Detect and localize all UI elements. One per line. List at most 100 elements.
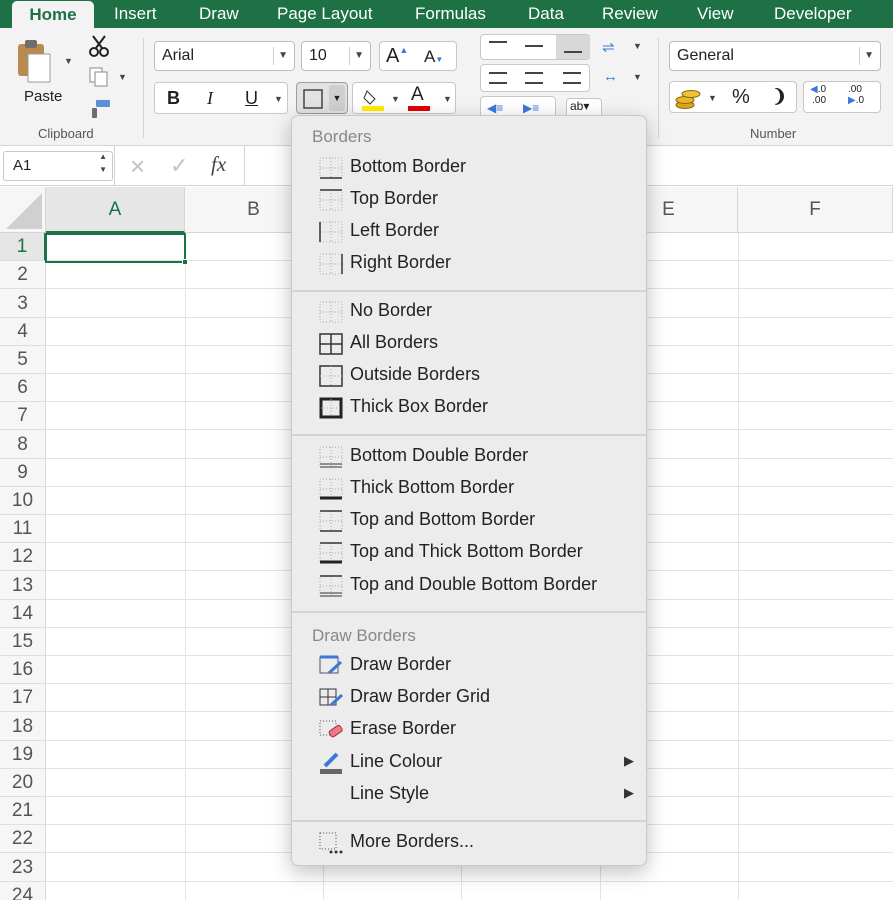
row-header-14[interactable]: 14 — [0, 600, 46, 628]
tab-insert[interactable]: Insert — [114, 0, 157, 28]
row-header-22[interactable]: 22 — [0, 825, 46, 853]
row-header-3[interactable]: 3 — [0, 289, 46, 318]
row-header-11[interactable]: 11 — [0, 515, 46, 543]
row-header-17[interactable]: 17 — [0, 684, 46, 712]
comma-style-button[interactable]: ❩ — [772, 86, 787, 107]
copy-dropdown-icon[interactable]: ▼ — [118, 72, 127, 82]
align-bottom-icon[interactable] — [556, 35, 590, 59]
menu-item-top-and-double-bottom-border[interactable]: Top and Double Bottom Border — [292, 570, 646, 602]
row-header-15[interactable]: 15 — [0, 628, 46, 656]
tab-data[interactable]: Data — [528, 0, 564, 28]
row-header-20[interactable]: 20 — [0, 769, 46, 797]
fill-handle[interactable] — [182, 259, 188, 265]
italic-button[interactable]: I — [207, 88, 213, 109]
fill-color-dropdown-icon[interactable]: ▼ — [391, 94, 400, 104]
row-header-1[interactable]: 1 — [0, 233, 46, 261]
menu-item-all-borders[interactable]: All Borders — [292, 328, 646, 360]
menu-item-left-border[interactable]: Left Border — [292, 216, 646, 248]
percent-button[interactable]: % — [732, 86, 750, 109]
menu-item-top-and-thick-bottom-border[interactable]: Top and Thick Bottom Border — [292, 537, 646, 569]
font-size-select[interactable]: 10 ▼ — [301, 41, 371, 71]
paste-icon[interactable] — [14, 38, 56, 86]
row-header-7[interactable]: 7 — [0, 402, 46, 430]
cancel-icon[interactable]: × — [130, 151, 145, 182]
underline-button[interactable]: U — [245, 88, 258, 109]
row-header-10[interactable]: 10 — [0, 487, 46, 515]
decrease-indent-icon[interactable]: ◀≡ — [487, 101, 511, 115]
menu-item-thick-bottom-border[interactable]: Thick Bottom Border — [292, 473, 646, 505]
align-right-icon[interactable] — [563, 72, 581, 84]
font-name-select[interactable]: Arial ▼ — [154, 41, 295, 71]
tab-developer[interactable]: Developer — [774, 0, 852, 28]
format-painter-icon[interactable] — [88, 98, 112, 120]
align-middle-icon[interactable] — [525, 45, 543, 47]
column-header-a[interactable]: A — [46, 187, 185, 233]
row-header-21[interactable]: 21 — [0, 797, 46, 825]
paste-dropdown-icon[interactable]: ▼ — [64, 56, 73, 66]
bold-button[interactable]: B — [167, 88, 180, 109]
cut-icon[interactable] — [88, 34, 110, 58]
number-format-select[interactable]: General ▼ — [669, 41, 881, 71]
currency-coins-icon[interactable] — [674, 86, 702, 110]
row-header-23[interactable]: 23 — [0, 853, 46, 882]
enter-icon[interactable]: ✓ — [170, 153, 188, 179]
tab-view[interactable]: View — [697, 0, 734, 28]
row-header-24[interactable]: 24 — [0, 882, 46, 900]
row-header-4[interactable]: 4 — [0, 318, 46, 346]
merge-center-icon[interactable]: ↔ — [603, 68, 618, 85]
selected-cell-a1[interactable] — [45, 233, 188, 265]
menu-item-line-style[interactable]: Line Style ▶ — [292, 779, 646, 811]
align-top-icon[interactable] — [489, 41, 507, 53]
row-header-2[interactable]: 2 — [0, 261, 46, 289]
row-header-13[interactable]: 13 — [0, 571, 46, 600]
shrink-font-button[interactable]: A▼ — [424, 47, 443, 67]
grow-font-button[interactable]: A▲ — [386, 45, 408, 68]
font-color-button[interactable]: A — [411, 84, 424, 106]
row-header-12[interactable]: 12 — [0, 543, 46, 571]
select-all-corner[interactable] — [0, 187, 46, 233]
row-header-5[interactable]: 5 — [0, 346, 46, 374]
menu-item-thick-box-border[interactable]: Thick Box Border — [292, 392, 646, 424]
merge-dropdown-icon[interactable]: ▼ — [633, 72, 642, 82]
tab-draw[interactable]: Draw — [199, 0, 239, 28]
decrease-decimal-button[interactable]: .00 ▶.0 — [848, 84, 864, 106]
row-header-16[interactable]: 16 — [0, 656, 46, 684]
tab-formulas[interactable]: Formulas — [415, 0, 486, 28]
menu-item-erase-border[interactable]: Erase Border — [292, 714, 646, 746]
row-header-19[interactable]: 19 — [0, 741, 46, 769]
menu-item-line-colour[interactable]: Line Colour ▶ — [292, 747, 646, 779]
tab-home[interactable]: Home — [12, 1, 94, 29]
menu-item-bottom-double-border[interactable]: Bottom Double Border — [292, 441, 646, 473]
menu-item-outside-borders[interactable]: Outside Borders — [292, 360, 646, 392]
name-box[interactable]: A1 ▲ ▼ — [3, 151, 113, 181]
tab-review[interactable]: Review — [602, 0, 658, 28]
row-header-18[interactable]: 18 — [0, 712, 46, 741]
menu-item-no-border[interactable]: No Border — [292, 296, 646, 328]
menu-item-top-border[interactable]: Top Border — [292, 184, 646, 216]
menu-item-right-border[interactable]: Right Border — [292, 248, 646, 280]
row-header-8[interactable]: 8 — [0, 430, 46, 459]
paste-button-label[interactable]: Paste — [24, 88, 62, 105]
menu-item-more-borders[interactable]: More Borders... — [292, 827, 646, 859]
underline-dropdown-icon[interactable]: ▼ — [274, 94, 283, 104]
menu-item-draw-border[interactable]: Draw Border — [292, 650, 646, 682]
menu-item-bottom-border[interactable]: Bottom Border — [292, 152, 646, 184]
font-color-dropdown-icon[interactable]: ▼ — [443, 94, 452, 104]
row-header-6[interactable]: 6 — [0, 374, 46, 402]
currency-dropdown-icon[interactable]: ▼ — [708, 93, 717, 103]
borders-dropdown-icon[interactable]: ▼ — [329, 85, 345, 111]
fill-color-icon[interactable] — [361, 87, 385, 111]
borders-button[interactable]: ▼ — [296, 82, 348, 114]
increase-indent-icon[interactable]: ▶≡ — [523, 101, 547, 115]
row-header-9[interactable]: 9 — [0, 459, 46, 487]
tab-page-layout[interactable]: Page Layout — [277, 0, 372, 28]
align-center-icon[interactable] — [525, 72, 543, 84]
wrap-text-dropdown-icon[interactable]: ▼ — [633, 41, 642, 51]
increase-decimal-button[interactable]: ◀.0.00 — [810, 84, 826, 106]
insert-function-icon[interactable]: fx — [211, 152, 226, 177]
name-box-stepper-icon[interactable]: ▲ ▼ — [99, 150, 107, 176]
column-header-f[interactable]: F — [738, 187, 893, 233]
copy-icon[interactable] — [88, 66, 110, 88]
menu-item-draw-border-grid[interactable]: Draw Border Grid — [292, 682, 646, 714]
align-left-icon[interactable] — [489, 72, 507, 84]
